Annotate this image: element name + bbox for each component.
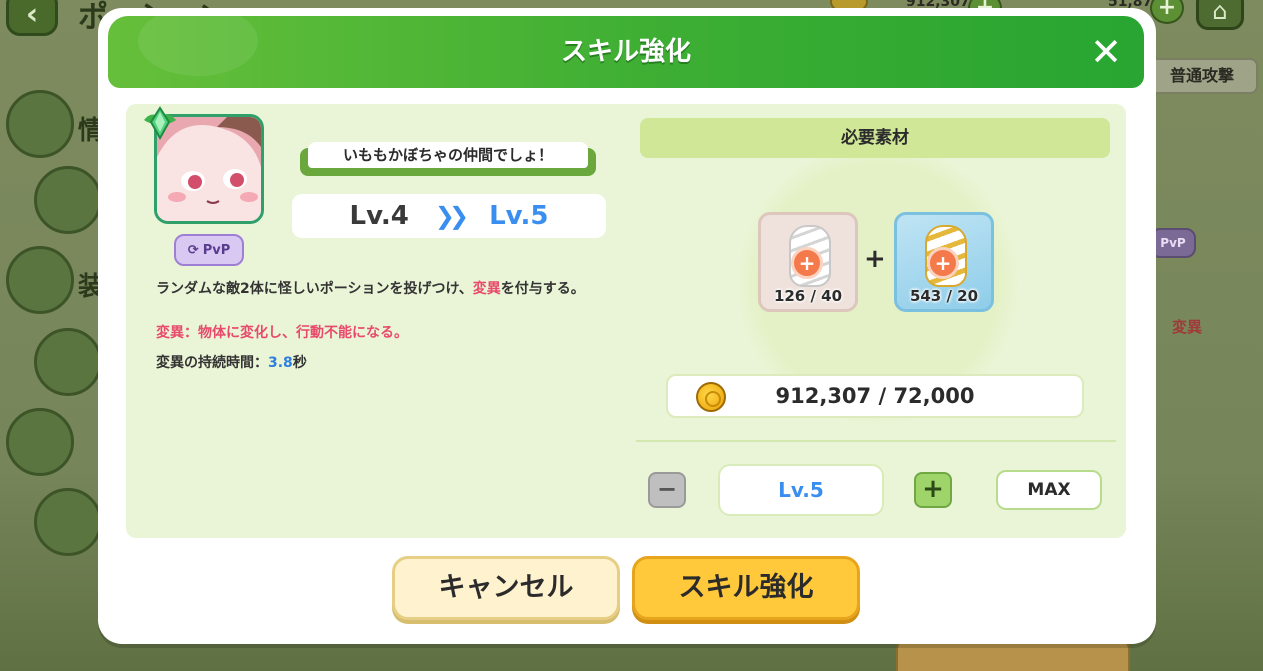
target-level-display: Lv.5 <box>718 464 884 516</box>
level-to: Lv.5 <box>489 201 549 231</box>
home-button[interactable]: ⌂ <box>1196 0 1244 30</box>
background-side-icon[interactable] <box>34 488 102 556</box>
level-from: Lv.4 <box>349 201 409 231</box>
material-slot-white-swirl[interactable]: + 126 / 40 <box>758 212 858 312</box>
skill-description: ランダムな敵2体に怪しいポーションを投げつけ、変異を付与する。 <box>156 278 616 300</box>
close-icon: ✕ <box>1090 30 1122 74</box>
skill-duration: 変異の持続時間：3.8秒 <box>156 352 307 372</box>
minus-icon: − <box>656 475 678 503</box>
decrease-level-button[interactable]: − <box>648 472 686 508</box>
close-button[interactable]: ✕ <box>1084 30 1128 74</box>
add-material-icon: + <box>927 247 959 279</box>
background-side-icon[interactable] <box>6 408 74 476</box>
plus-icon: + <box>922 474 944 504</box>
skill-description-prefix: ランダムな敵2体に怪しいポーションを投げつけ、 <box>156 281 473 297</box>
background-normal-attack-tab[interactable]: 普通攻撃 <box>1146 58 1258 94</box>
coin-cost: 912,307 / 72,000 <box>666 374 1084 418</box>
pvp-badge-label: PvP <box>202 242 231 258</box>
background-side-icon[interactable] <box>6 246 74 314</box>
duration-label: 変異の持続時間： <box>156 355 268 371</box>
home-icon: ⌂ <box>1212 0 1228 25</box>
coin-cost-text: 912,307 / 72,000 <box>775 384 975 408</box>
add-material-icon: + <box>791 247 823 279</box>
double-chevron-right-icon: ❯❯ <box>434 202 469 230</box>
skill-effect-description: 変異：物体に変化し、行動不能になる。 <box>156 325 408 341</box>
background-henkai-text: 変異 <box>1172 318 1203 336</box>
background-add-gems-button[interactable]: + <box>1150 0 1184 24</box>
duration-unit: 秒 <box>292 355 307 371</box>
background-side-icon[interactable] <box>6 90 74 158</box>
chevron-left-icon: ‹ <box>25 0 39 32</box>
skill-upgrade-dialog: スキル強化 ✕ ⟳ PvP いももかぼちゃの仲間でしょ！ Lv.4 ❯❯ Lv.… <box>98 8 1156 644</box>
background-pvp-badge: PvP <box>1150 228 1196 258</box>
content-panel: ⟳ PvP いももかぼちゃの仲間でしょ！ Lv.4 ❯❯ Lv.5 ランダムな敵… <box>126 104 1126 538</box>
duration-value: 3.8 <box>268 355 293 371</box>
materials-plus: + <box>864 244 886 274</box>
material-count: 126 / 40 <box>773 287 843 305</box>
material-slot-gold-swirl[interactable]: + 543 / 20 <box>894 212 994 312</box>
skill-quote: いももかぼちゃの仲間でしょ！ <box>308 142 588 168</box>
increase-level-button[interactable]: + <box>914 472 952 508</box>
skill-description-suffix: を付与する。 <box>500 281 585 297</box>
material-count: 543 / 20 <box>909 287 979 305</box>
dialog-header: スキル強化 ✕ <box>108 16 1144 88</box>
back-button[interactable]: ‹ <box>6 0 58 36</box>
background-side-icon[interactable] <box>34 166 102 234</box>
level-progress: Lv.4 ❯❯ Lv.5 <box>292 194 606 238</box>
refresh-icon: ⟳ <box>187 242 199 258</box>
quote-banner: いももかぼちゃの仲間でしょ！ <box>300 142 596 176</box>
max-level-button[interactable]: MAX <box>996 470 1102 510</box>
skill-upgrade-button[interactable]: スキル強化 <box>632 556 860 620</box>
dialog-title: スキル強化 <box>560 37 691 67</box>
materials-header: 必要素材 <box>640 118 1110 158</box>
pvp-badge: ⟳ PvP <box>174 234 244 266</box>
background-side-icon[interactable] <box>34 328 102 396</box>
skill-description-keyword: 変異 <box>472 281 501 297</box>
divider <box>636 440 1116 442</box>
leaf-gem-icon <box>144 106 176 140</box>
cancel-button[interactable]: キャンセル <box>392 556 620 620</box>
